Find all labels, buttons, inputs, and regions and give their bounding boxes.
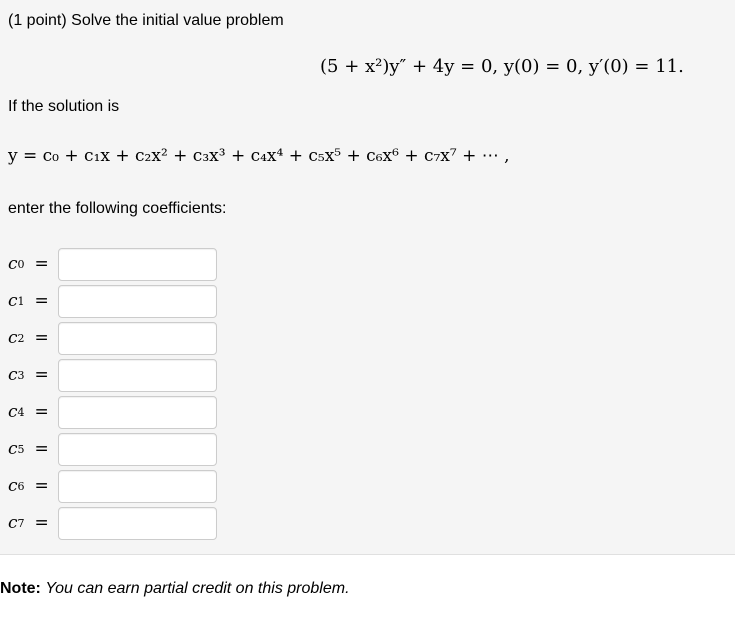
solution-intro: If the solution is: [8, 98, 120, 115]
ivp-equation-text: (5 + x²)y″ + 4y = 0, y(0) = 0, y′(0) = 1…: [320, 56, 684, 77]
coef-input-c0[interactable]: [58, 247, 217, 281]
note-text: You can earn partial credit on this prob…: [45, 580, 350, 597]
coef-row-c2: c 2 =: [8, 320, 217, 356]
coef-label-c7: c 7 =: [8, 513, 49, 533]
coef-input-c2[interactable]: [58, 321, 217, 355]
enter-prompt: enter the following coefficients:: [8, 200, 227, 217]
coef-row-c3: c 3 =: [8, 357, 217, 393]
coef-input-c7[interactable]: [58, 506, 217, 540]
problem-intro: (1 point) Solve the initial value proble…: [8, 12, 284, 29]
note-label: Note:: [0, 580, 41, 597]
coef-row-c1: c 1 =: [8, 283, 217, 319]
coef-input-c1[interactable]: [58, 284, 217, 318]
series-expression-text: y = c₀ + c₁x + c₂x² + c₃x³ + c₄x⁴ + c₅x⁵…: [8, 146, 510, 166]
coef-input-c3[interactable]: [58, 358, 217, 392]
ivp-equation: (5 + x²)y″ + 4y = 0, y(0) = 0, y′(0) = 1…: [320, 56, 684, 77]
partial-credit-note: Note: You can earn partial credit on thi…: [0, 580, 350, 598]
coef-row-c4: c 4 =: [8, 394, 217, 430]
coef-label-c4: c 4 =: [8, 402, 49, 422]
coef-input-c5[interactable]: [58, 432, 217, 466]
coef-input-c6[interactable]: [58, 469, 217, 503]
problem-panel: (1 point) Solve the initial value proble…: [0, 0, 735, 555]
coef-input-c4[interactable]: [58, 395, 217, 429]
coef-label-c5: c 5 =: [8, 439, 49, 459]
series-expression: y = c₀ + c₁x + c₂x² + c₃x³ + c₄x⁴ + c₅x⁵…: [8, 146, 510, 166]
coef-label-c3: c 3 =: [8, 365, 49, 385]
coef-row-c0: c 0 =: [8, 246, 217, 282]
coef-label-c6: c 6 =: [8, 476, 49, 496]
coef-label-c2: c 2 =: [8, 328, 49, 348]
coef-label-c0: c 0 =: [8, 254, 49, 274]
coef-row-c5: c 5 =: [8, 431, 217, 467]
coef-row-c6: c 6 =: [8, 468, 217, 504]
coef-label-c1: c 1 =: [8, 291, 49, 311]
coef-row-c7: c 7 =: [8, 505, 217, 541]
